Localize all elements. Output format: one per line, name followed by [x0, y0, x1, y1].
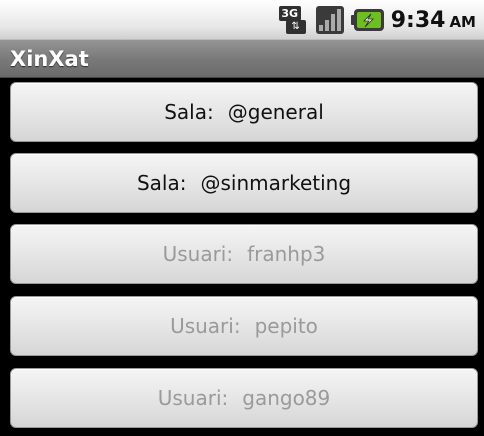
data-activity-icon: ⇅ [285, 20, 306, 34]
item-kind-label: Sala: [136, 171, 187, 195]
item-kind-label: Usuari: [170, 314, 241, 338]
room-list: Sala: @general Sala: @sinmarketing Usuar… [0, 78, 484, 436]
status-clock: 9:34 AM [391, 8, 476, 33]
item-kind-label: Usuari: [162, 242, 234, 266]
clock-time: 9:34 [390, 7, 446, 33]
clock-ampm: AM [449, 12, 476, 31]
room-item-sinmarketing[interactable]: Sala: @sinmarketing [10, 153, 478, 213]
item-kind-label: Sala: [164, 100, 214, 124]
battery-charging-icon [350, 9, 384, 31]
status-icons: 3G ⇅ 9:34 AM [278, 0, 476, 40]
app-title-bar: XinXat [0, 40, 484, 78]
app-title: XinXat [10, 47, 89, 71]
item-name-label: gango89 [242, 386, 331, 410]
item-name-label: franhp3 [247, 242, 326, 266]
item-kind-label: Usuari: [157, 386, 229, 410]
item-name-label: pepito [254, 314, 318, 338]
room-item-general[interactable]: Sala: @general [10, 82, 478, 142]
user-item-gango89[interactable]: Usuari: gango89 [10, 368, 478, 428]
network-type-label: 3G [278, 6, 301, 21]
status-bar: 3G ⇅ 9:34 AM [0, 0, 484, 40]
user-item-franhp3[interactable]: Usuari: franhp3 [10, 224, 478, 284]
user-item-pepito[interactable]: Usuari: pepito [10, 296, 478, 356]
network-3g-icon: 3G ⇅ [278, 5, 309, 35]
item-name-label: @sinmarketing [200, 171, 352, 195]
signal-strength-icon [315, 6, 344, 34]
item-name-label: @general [227, 100, 324, 124]
